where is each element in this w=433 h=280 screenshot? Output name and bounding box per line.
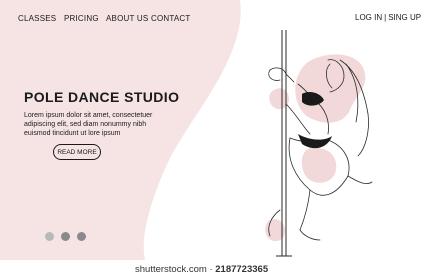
nav-item-about-us[interactable]: ABOUT US <box>106 14 148 23</box>
watermark-site: shutterstock.com <box>135 264 207 275</box>
carousel-dot-3[interactable] <box>77 232 86 241</box>
nav-item-pricing[interactable]: PRICING <box>64 14 99 23</box>
carousel-dot-1[interactable] <box>45 232 54 241</box>
carousel-dot-2[interactable] <box>61 232 70 241</box>
hero-description: Lorem ipsum dolor sit amet, consectetuer… <box>24 112 153 137</box>
nav-item-contact[interactable]: CONTACT <box>151 14 190 23</box>
watermark-image-id: 2187723365 <box>215 264 269 275</box>
auth-separator: | <box>384 13 387 22</box>
read-more-button[interactable]: READ MORE <box>53 144 101 160</box>
nav-item-classes[interactable]: CLASSES <box>18 14 56 23</box>
pole-dancer-illustration <box>265 30 373 257</box>
signup-link[interactable]: SING UP <box>388 13 421 22</box>
watermark-text: shutterstock.com · 2187723365 <box>135 264 268 275</box>
carousel-dots <box>45 232 86 241</box>
auth-links: LOG IN | SING UP <box>355 13 421 22</box>
login-link[interactable]: LOG IN <box>355 13 382 22</box>
watermark-separator: · <box>209 264 213 275</box>
page-title: POLE DANCE STUDIO <box>24 89 180 105</box>
